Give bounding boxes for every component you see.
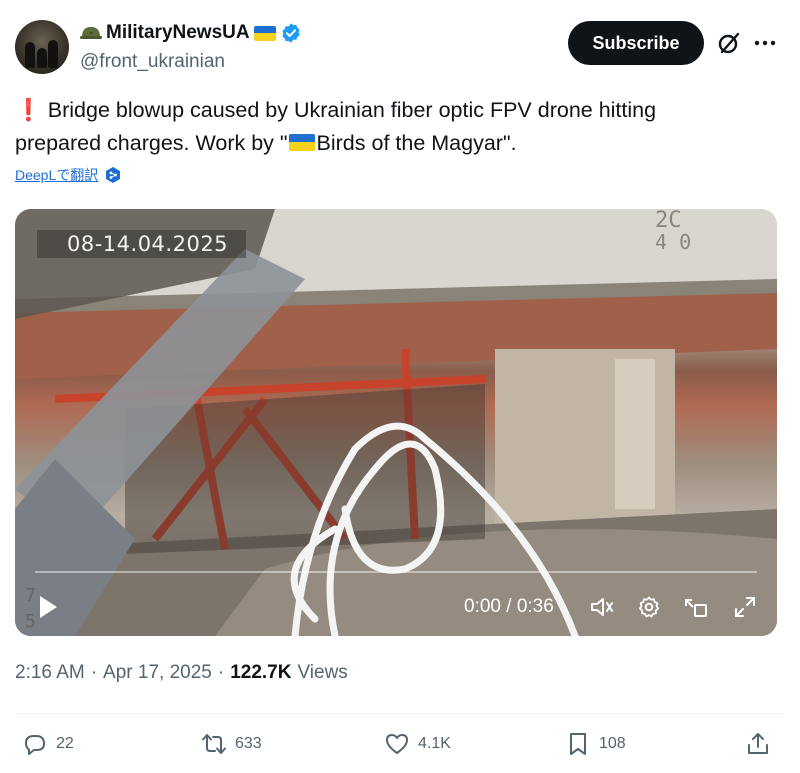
video-progress-bar[interactable]	[35, 571, 757, 573]
tweet-line-2b: Birds of the Magyar".	[316, 131, 517, 155]
play-icon[interactable]	[37, 594, 59, 620]
share-button[interactable]	[745, 731, 771, 757]
tweet-line-2a: prepared charges. Work by "	[15, 131, 288, 155]
grok-icon[interactable]	[716, 30, 742, 56]
author-name-row[interactable]: MilitaryNewsUA	[80, 22, 302, 44]
exclamation-icon: ❗	[15, 98, 42, 122]
meta-separator: ·	[217, 662, 225, 683]
repost-icon	[202, 734, 226, 754]
avatar[interactable]	[15, 20, 69, 74]
subscribe-button[interactable]: Subscribe	[568, 21, 704, 65]
ukraine-flag-icon	[288, 133, 315, 151]
repost-count: 633	[235, 735, 262, 752]
more-icon[interactable]	[752, 30, 778, 56]
tweet-meta: 2:16 AM · Apr 17, 2025 · 122.7K Views	[15, 662, 348, 684]
svg-text:5: 5	[25, 611, 36, 632]
reply-button[interactable]: 22	[22, 731, 74, 757]
tweet-time[interactable]: 2:16 AM	[15, 662, 85, 684]
tweet-line-1: Bridge blowup caused by Ukrainian fiber …	[47, 98, 657, 122]
share-icon	[748, 733, 768, 754]
bookmark-button[interactable]: 108	[565, 731, 626, 757]
helmet-icon	[80, 27, 102, 39]
repost-button[interactable]: 633	[201, 731, 262, 757]
meta-separator: ·	[90, 662, 98, 683]
reply-icon	[25, 735, 45, 755]
author-handle[interactable]: @front_ukrainian	[80, 51, 225, 73]
bookmark-count: 108	[599, 735, 626, 752]
svg-text:7: 7	[25, 585, 36, 606]
settings-icon[interactable]	[637, 595, 661, 619]
translate-link[interactable]: DeepLで翻訳	[15, 165, 98, 185]
svg-text:4 0: 4 0	[655, 230, 691, 254]
video-player[interactable]: 2C 4 0 7 5 08-14.04.2025 0:00 / 0:36	[15, 209, 777, 636]
display-name[interactable]: MilitaryNewsUA	[106, 22, 250, 44]
reply-count: 22	[56, 735, 74, 752]
translate-row[interactable]: DeepLで翻訳	[15, 165, 122, 185]
divider	[15, 713, 785, 714]
like-button[interactable]: 4.1K	[384, 731, 451, 757]
bookmark-icon	[570, 733, 586, 755]
video-timestamp-overlay: 08-14.04.2025	[37, 230, 247, 258]
pip-icon[interactable]	[683, 595, 709, 619]
tweet-date[interactable]: Apr 17, 2025	[103, 662, 212, 684]
like-count: 4.1K	[418, 735, 451, 752]
deepl-icon	[106, 167, 121, 183]
views-count: 122.7K	[230, 662, 292, 683]
like-icon	[386, 734, 408, 754]
ukraine-flag-icon	[253, 25, 276, 41]
tweet-text: ❗ Bridge blowup caused by Ukrainian fibe…	[15, 94, 785, 160]
video-time-display: 0:00 / 0:36	[464, 596, 554, 617]
views-label: Views	[297, 662, 348, 683]
volume-icon[interactable]	[589, 595, 615, 619]
verified-badge-icon[interactable]	[280, 22, 302, 44]
fullscreen-icon[interactable]	[733, 595, 757, 619]
